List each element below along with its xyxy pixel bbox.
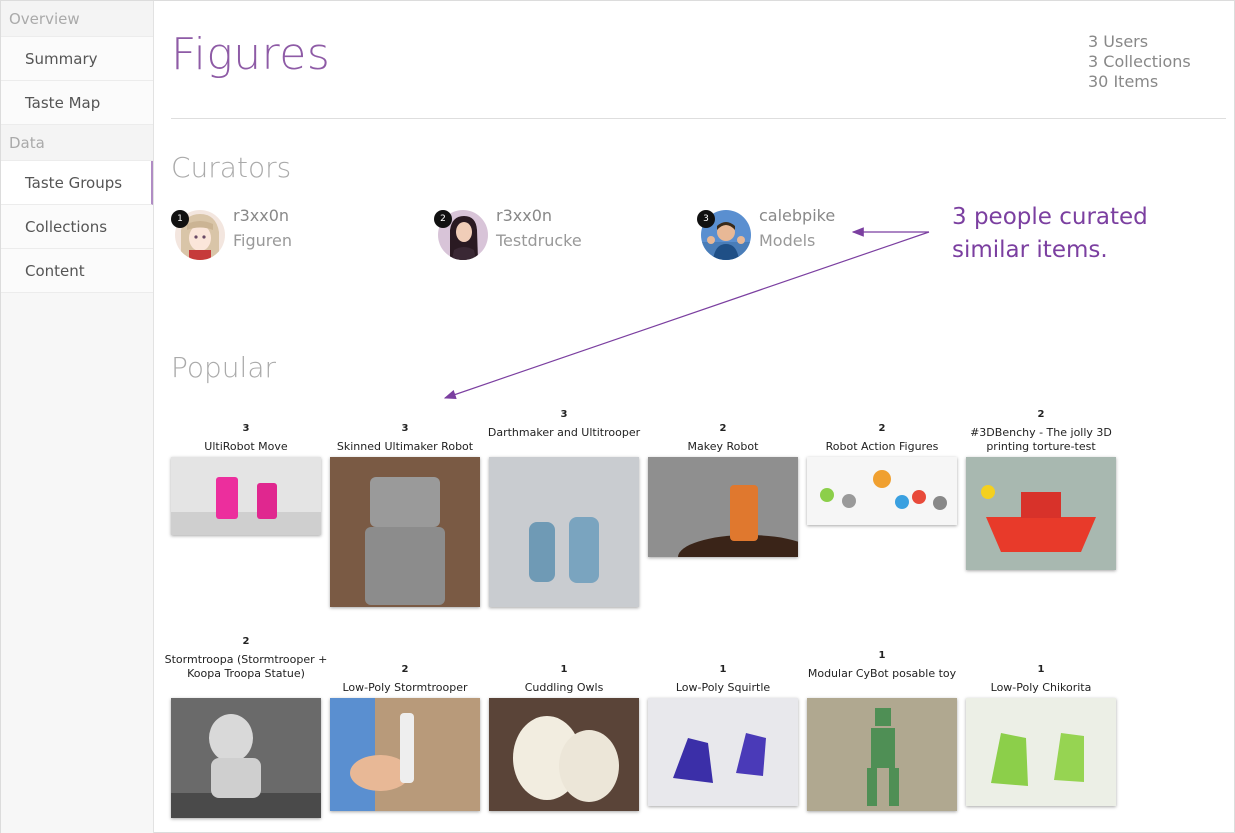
sidebar-item-content[interactable]: Content [1,249,153,293]
curator-collection[interactable]: Figuren [233,231,292,250]
item-title[interactable]: #3DBenchy - The jolly 3D printing tortur… [958,426,1124,454]
item-thumbnail[interactable] [330,457,480,607]
main-content: Figures 3 Users 3 Collections 30 Items C… [165,1,1226,833]
page-title: Figures [171,29,331,80]
curator-name[interactable]: r3xx0n [233,206,289,225]
item-count: 2 [401,664,409,675]
rank-badge: 1 [171,210,189,228]
item-count: 1 [878,650,886,661]
item-thumbnail[interactable] [648,457,798,557]
popular-heading: Popular [171,351,276,384]
curator-collection[interactable]: Testdrucke [496,231,582,250]
sidebar-item-taste-groups[interactable]: Taste Groups [1,161,153,205]
item-thumbnail[interactable] [489,457,639,607]
sidebar-section-overview: Overview [1,1,153,37]
item-title[interactable]: Low-Poly Squirtle [640,681,806,695]
sidebar-item-summary[interactable]: Summary [1,37,153,81]
item-thumbnail[interactable] [171,698,321,818]
sidebar-section-data: Data [1,125,153,161]
item-thumbnail[interactable] [648,698,798,806]
item-count: 1 [560,664,568,675]
item-title[interactable]: Low-Poly Stormtrooper [322,681,488,695]
rank-badge: 2 [434,210,452,228]
item-thumbnail[interactable] [807,457,957,525]
item-count: 3 [560,409,568,420]
curator-name[interactable]: calebpike [759,206,835,225]
item-count: 3 [401,423,409,434]
stat-items: 30 Items [1088,72,1159,91]
item-thumbnail[interactable] [489,698,639,811]
item-count: 2 [719,423,727,434]
item-title[interactable]: Darthmaker and Ultitrooper [481,426,647,440]
item-title[interactable]: Low-Poly Chikorita [958,681,1124,695]
item-title[interactable]: Modular CyBot posable toy [799,667,965,681]
item-title[interactable]: Skinned Ultimaker Robot [322,440,488,454]
curator-card[interactable]: 3 calebpike Models [697,206,917,266]
curator-card[interactable]: 2 r3xx0n Testdrucke [434,206,654,266]
header-divider [171,118,1226,119]
item-thumbnail[interactable] [966,698,1116,806]
stat-users: 3 Users [1088,32,1149,51]
sidebar-item-taste-map[interactable]: Taste Map [1,81,153,125]
item-title[interactable]: Cuddling Owls [481,681,647,695]
item-thumbnail[interactable] [171,457,321,535]
curator-card[interactable]: 1 r3xx0n Figuren [171,206,391,266]
sidebar-item-collections[interactable]: Collections [1,205,153,249]
item-count: 3 [242,423,250,434]
item-count: 2 [878,423,886,434]
stats-summary: 3 Users 3 Collections 30 Items [1088,32,1191,92]
curators-heading: Curators [171,151,292,184]
item-thumbnail[interactable] [330,698,480,811]
item-title[interactable]: Robot Action Figures [799,440,965,454]
item-count: 1 [719,664,727,675]
annotation-callout: 3 people curated similar items. [952,204,1148,263]
item-thumbnail[interactable] [807,698,957,811]
rank-badge: 3 [697,210,715,228]
item-count: 1 [1037,664,1045,675]
item-title[interactable]: UltiRobot Move [163,440,329,454]
item-thumbnail[interactable] [966,457,1116,570]
item-count: 2 [1037,409,1045,420]
item-title[interactable]: Makey Robot [640,440,806,454]
sidebar: Overview Summary Taste Map Data Taste Gr… [1,1,154,833]
curator-collection[interactable]: Models [759,231,815,250]
item-title[interactable]: Stormtroopa (Stormtrooper + Koopa Troopa… [163,653,329,681]
item-count: 2 [242,636,250,647]
stat-collections: 3 Collections [1088,52,1191,71]
curator-name[interactable]: r3xx0n [496,206,552,225]
